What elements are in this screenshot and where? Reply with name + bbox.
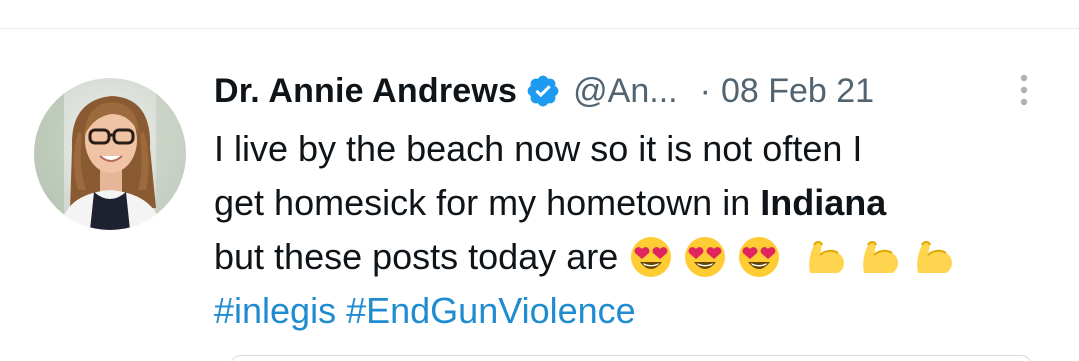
tweet-header: Dr. Annie Andrews @An... · 08 Feb 21 bbox=[214, 68, 874, 114]
heart-eyes-emoji-icon bbox=[736, 233, 782, 279]
author-handle[interactable]: @An... bbox=[573, 72, 677, 111]
flexed-biceps-emoji-icon bbox=[804, 233, 850, 279]
top-divider bbox=[0, 28, 1079, 29]
hashtag-link-inlegis[interactable]: #inlegis bbox=[214, 290, 336, 331]
flexed-biceps-emoji-icon bbox=[912, 233, 958, 279]
verified-badge-icon bbox=[525, 73, 561, 109]
tweet-line: #inlegis #EndGunViolence bbox=[214, 284, 1064, 338]
more-options-icon[interactable] bbox=[1006, 70, 1042, 110]
avatar[interactable] bbox=[34, 78, 186, 230]
separator-dot: · bbox=[699, 71, 711, 110]
tweet-text-segment: get homesick for my hometown in bbox=[214, 182, 761, 223]
tweet-timestamp[interactable]: 08 Feb 21 bbox=[721, 72, 874, 111]
author-display-name[interactable]: Dr. Annie Andrews bbox=[214, 72, 517, 111]
tweet-line: but these posts today are bbox=[214, 230, 1064, 284]
heart-eyes-emoji-icon bbox=[682, 233, 728, 279]
tweet-text: I live by the beach now so it is not oft… bbox=[214, 122, 1064, 338]
heart-eyes-emoji-icon bbox=[628, 233, 674, 279]
bold-location: Indiana bbox=[760, 182, 887, 223]
tweet-line: get homesick for my hometown in Indiana bbox=[214, 176, 1064, 230]
tweet-line: I live by the beach now so it is not oft… bbox=[214, 128, 863, 169]
quoted-card-edge[interactable] bbox=[230, 355, 1032, 361]
flexed-biceps-emoji-icon bbox=[858, 233, 904, 279]
tweet-text-segment: but these posts today are bbox=[214, 236, 629, 277]
hashtag-link-endgunviolence[interactable]: #EndGunViolence bbox=[346, 290, 636, 331]
